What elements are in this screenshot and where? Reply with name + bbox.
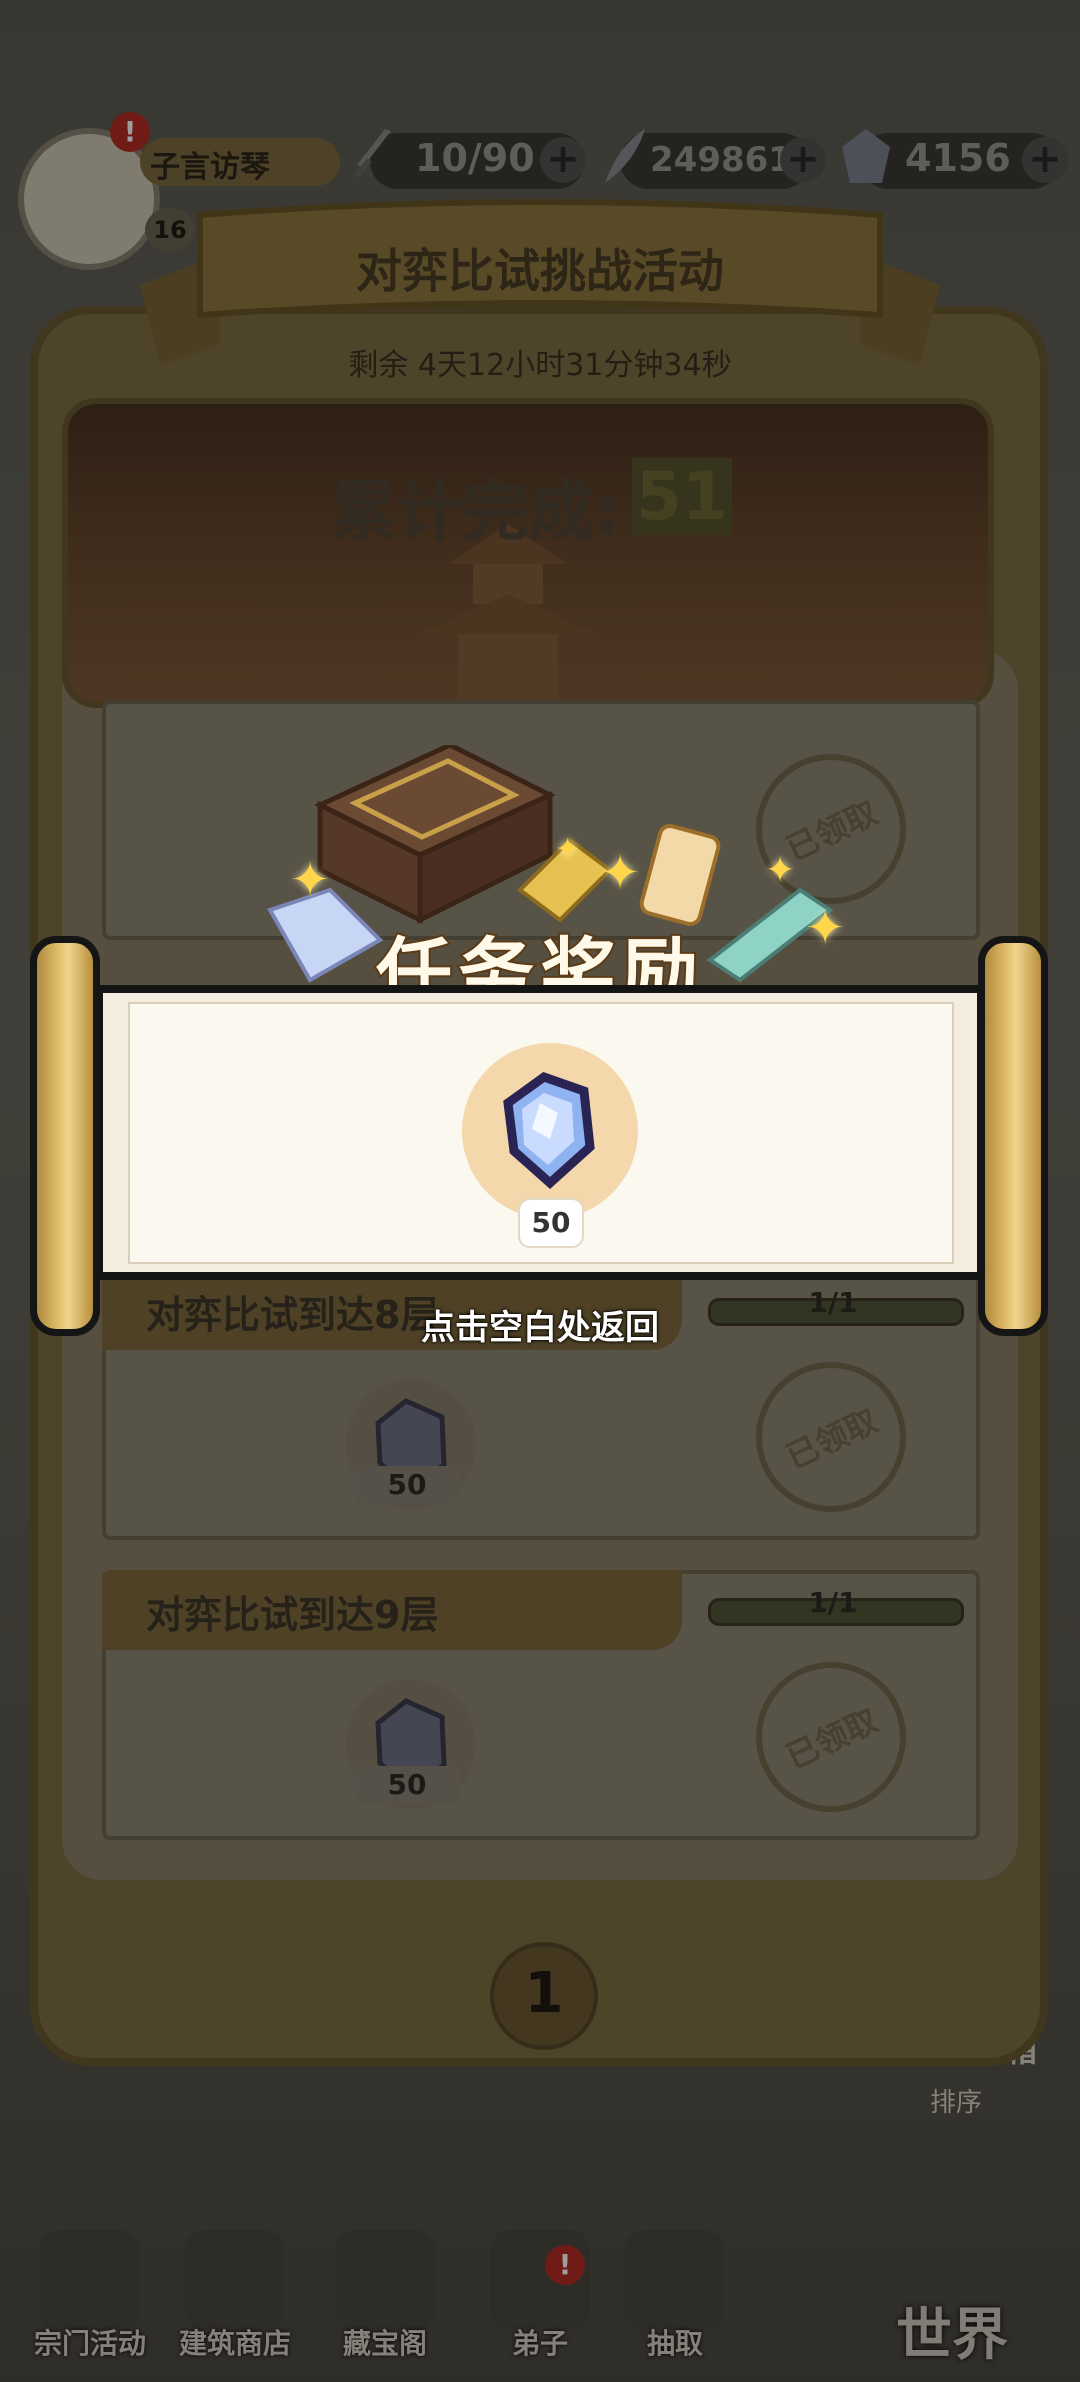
gem-icon xyxy=(503,1071,595,1190)
sparkle-icon: ✦ xyxy=(555,832,581,867)
scroll-roller-left xyxy=(30,936,100,1336)
scroll-roller-right xyxy=(978,936,1048,1336)
sparkle-icon: ✦ xyxy=(600,845,641,901)
reward-item-count: 50 xyxy=(518,1198,584,1248)
sparkle-icon: ✦ xyxy=(290,852,331,908)
sparkle-icon: ✦ xyxy=(765,850,796,891)
reward-item-slot[interactable] xyxy=(462,1043,638,1219)
dismiss-hint: 点击空白处返回 xyxy=(421,1308,659,1348)
